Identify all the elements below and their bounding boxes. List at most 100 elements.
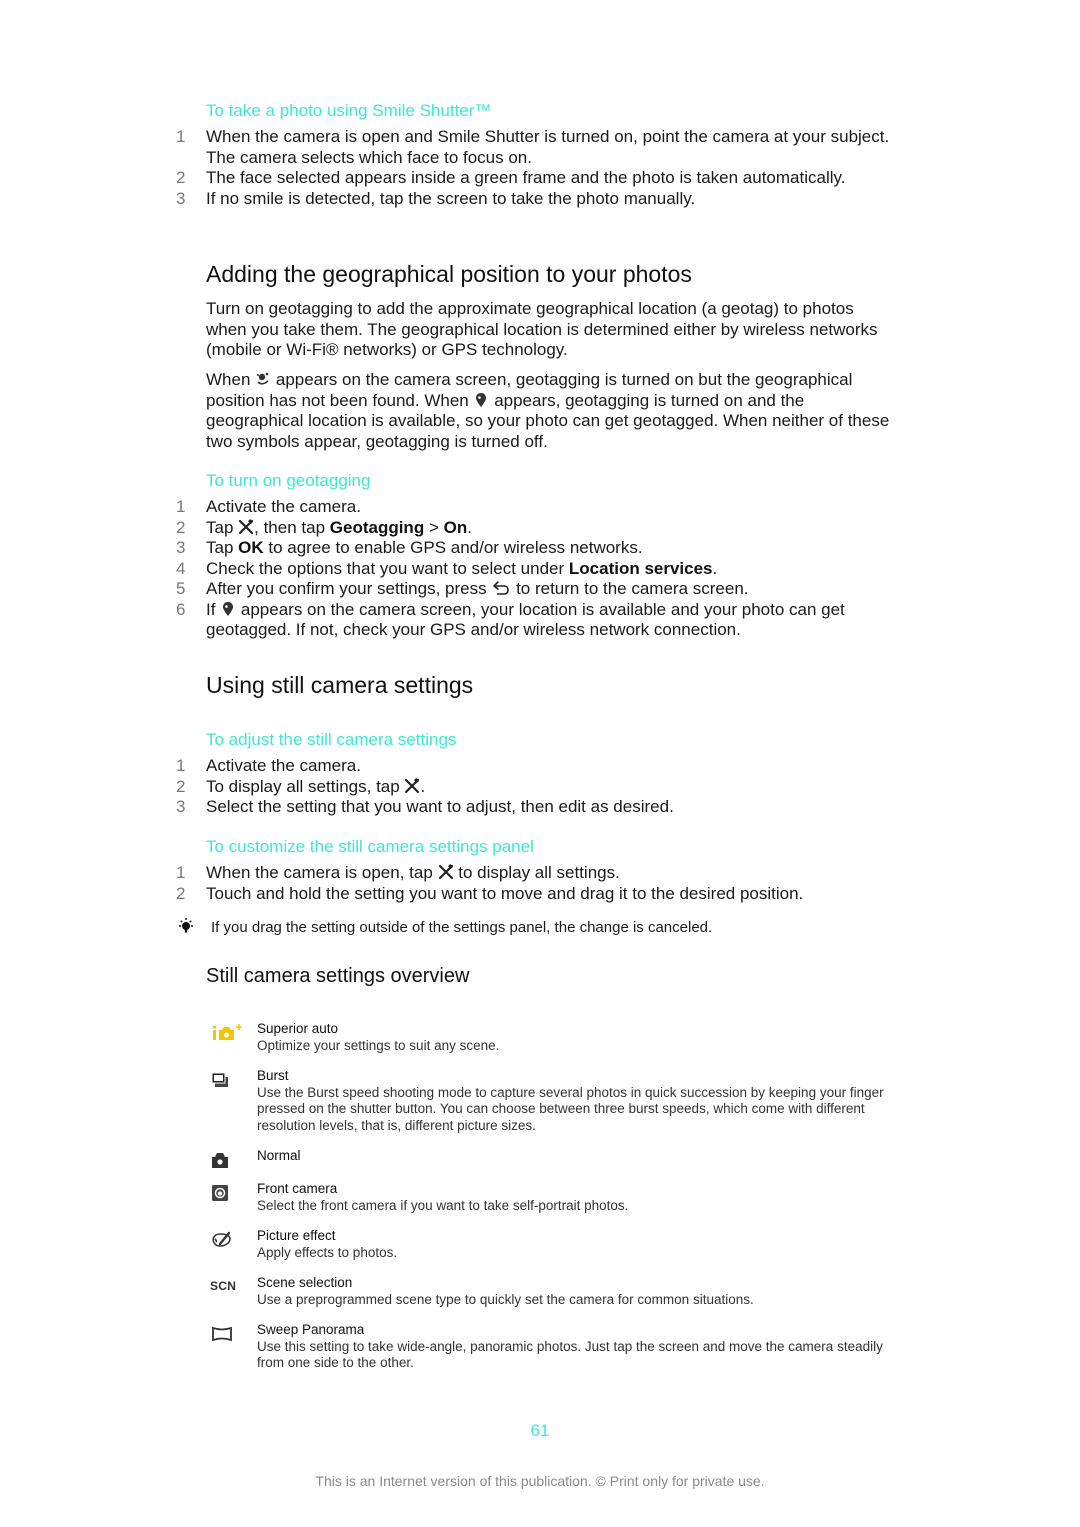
setting-description: Use a preprogrammed scene type to quickl… xyxy=(257,1291,754,1307)
step-text: Tap OK to agree to enable GPS and/or wir… xyxy=(206,538,896,559)
text-fragment: After you confirm your settings, press xyxy=(206,579,492,598)
list-item: 3 Tap OK to agree to enable GPS and/or w… xyxy=(176,538,896,559)
list-item: 2 Touch and hold the setting you want to… xyxy=(176,884,896,905)
scene-selection-icon: SCN xyxy=(210,1279,237,1293)
step-number: 2 xyxy=(176,883,186,903)
list-item: 3 Select the setting that you want to ad… xyxy=(176,797,896,818)
text-fragment: appears on the camera screen, your locat… xyxy=(206,599,845,640)
step-number: 1 xyxy=(176,497,186,516)
setting-name: Picture effect xyxy=(257,1228,336,1243)
text-fragment: > xyxy=(424,517,444,537)
smile-shutter-steps: 1 When the camera is open and Smile Shut… xyxy=(176,127,896,209)
still-settings-section-title: Using still camera settings xyxy=(206,672,474,698)
step-text: When the camera is open, tap to display … xyxy=(206,863,896,884)
list-item: 1 Activate the camera. xyxy=(176,497,896,518)
footer-notice: This is an Internet version of this publ… xyxy=(315,1473,765,1489)
text-fragment: to display all settings. xyxy=(453,863,620,882)
list-item: 2 Tap , then tap Geotagging > On. xyxy=(176,518,896,539)
setting-item-front-camera: Front camera Select the front camera if … xyxy=(210,1181,900,1214)
sweep-panorama-icon xyxy=(212,1326,232,1342)
step-text: If appears on the camera screen, your lo… xyxy=(206,600,896,641)
ui-term-ok: OK xyxy=(238,538,264,557)
setting-name: Superior auto xyxy=(257,1021,339,1036)
step-text: Touch and hold the setting you want to m… xyxy=(206,883,804,903)
step-number: 3 xyxy=(176,797,186,816)
list-item: 5 After you confirm your settings, press… xyxy=(176,579,896,600)
geotag-found-icon xyxy=(223,601,234,616)
step-number: 1 xyxy=(176,756,186,775)
text-fragment: . xyxy=(712,558,718,578)
geotagging-intro-paragraph: Turn on geotagging to add the approximat… xyxy=(206,299,878,359)
turn-on-geotagging-heading: To turn on geotagging xyxy=(206,471,371,490)
turn-on-geotagging-steps: 1 Activate the camera. 2 Tap , then tap … xyxy=(176,497,896,641)
step-text: When the camera is open and Smile Shutte… xyxy=(206,127,890,167)
text-fragment: If xyxy=(206,599,221,619)
tip-text: If you drag the setting outside of the s… xyxy=(211,918,713,936)
setting-description: Use this setting to take wide-angle, pan… xyxy=(257,1338,883,1371)
list-item: 6 If appears on the camera screen, your … xyxy=(176,600,896,641)
setting-item-superior-auto: Superior auto Optimize your settings to … xyxy=(210,1021,900,1054)
geotagging-section-title: Adding the geographical position to your… xyxy=(206,261,692,287)
setting-item-normal: Normal xyxy=(210,1148,900,1175)
settings-icon xyxy=(438,864,453,880)
step-number: 1 xyxy=(176,127,186,146)
burst-icon xyxy=(211,1072,228,1087)
adjust-settings-heading: To adjust the still camera settings xyxy=(206,730,457,749)
step-number: 5 xyxy=(176,579,186,598)
setting-description: Select the front camera if you want to t… xyxy=(257,1197,629,1213)
setting-item-sweep-panorama: Sweep Panorama Use this setting to take … xyxy=(210,1322,900,1372)
text-fragment: . xyxy=(467,517,472,537)
paragraph-text: When xyxy=(206,370,256,389)
text-fragment: . xyxy=(420,776,426,796)
picture-effect-icon xyxy=(212,1231,231,1247)
superior-auto-icon xyxy=(213,1024,242,1040)
step-number: 2 xyxy=(176,168,186,187)
setting-description: Use the Burst speed shooting mode to cap… xyxy=(257,1084,884,1133)
step-text: If no smile is detected, tap the screen … xyxy=(206,188,696,208)
text-fragment: To display all settings, tap xyxy=(206,776,405,796)
text-fragment: Tap xyxy=(206,538,239,557)
settings-icon xyxy=(405,777,420,793)
setting-item-picture-effect: Picture effect Apply effects to photos. xyxy=(210,1228,900,1261)
geotag-found-icon xyxy=(476,392,487,407)
list-item: 2 To display all settings, tap . xyxy=(176,777,896,798)
step-number: 1 xyxy=(176,863,186,882)
page-number: 61 xyxy=(530,1421,550,1440)
text-fragment: , then tap xyxy=(254,517,330,537)
step-number: 2 xyxy=(176,517,186,537)
ui-term-on: On xyxy=(443,517,468,537)
list-item: 4 Check the options that you want to sel… xyxy=(176,559,896,580)
setting-item-scene-selection: SCN Scene selection Use a preprogrammed … xyxy=(210,1275,900,1308)
step-number: 2 xyxy=(176,776,186,796)
adjust-settings-steps: 1 Activate the camera. 2 To display all … xyxy=(176,756,896,818)
setting-name: Front camera xyxy=(257,1181,338,1196)
setting-item-burst: Burst Use the Burst speed shooting mode … xyxy=(210,1068,900,1134)
text-fragment: Check the options that you want to selec… xyxy=(206,558,569,578)
list-item: 1 When the camera is open, tap to displa… xyxy=(176,863,896,884)
list-item: 1 When the camera is open and Smile Shut… xyxy=(176,127,896,168)
setting-name: Sweep Panorama xyxy=(257,1322,365,1337)
back-icon xyxy=(493,581,510,595)
geotagging-icons-paragraph: When appears on the camera screen, geota… xyxy=(206,370,896,452)
tip-note: If you drag the setting outside of the s… xyxy=(176,917,712,937)
text-fragment: Tap xyxy=(206,517,239,537)
overview-section-title: Still camera settings overview xyxy=(206,965,470,987)
setting-name: Burst xyxy=(257,1068,289,1083)
setting-name: Normal xyxy=(257,1148,301,1163)
setting-description: Optimize your settings to suit any scene… xyxy=(257,1037,500,1053)
step-text: Check the options that you want to selec… xyxy=(206,559,896,580)
step-text: Activate the camera. xyxy=(206,756,361,775)
step-text: The face selected appears inside a green… xyxy=(206,168,846,187)
step-number: 3 xyxy=(176,538,186,557)
setting-description: Apply effects to photos. xyxy=(257,1244,398,1260)
step-text: Tap , then tap Geotagging > On. xyxy=(206,518,896,539)
list-item: 2 The face selected appears inside a gre… xyxy=(176,168,896,189)
list-item: 3 If no smile is detected, tap the scree… xyxy=(176,189,896,210)
geotag-searching-icon xyxy=(257,372,269,385)
normal-camera-icon xyxy=(212,1153,228,1168)
front-camera-icon xyxy=(212,1185,228,1201)
text-fragment: to agree to enable GPS and/or wireless n… xyxy=(263,538,643,557)
step-number: 4 xyxy=(176,558,186,578)
ui-term-geotagging: Geotagging xyxy=(329,517,425,537)
step-text: Activate the camera. xyxy=(206,497,361,516)
